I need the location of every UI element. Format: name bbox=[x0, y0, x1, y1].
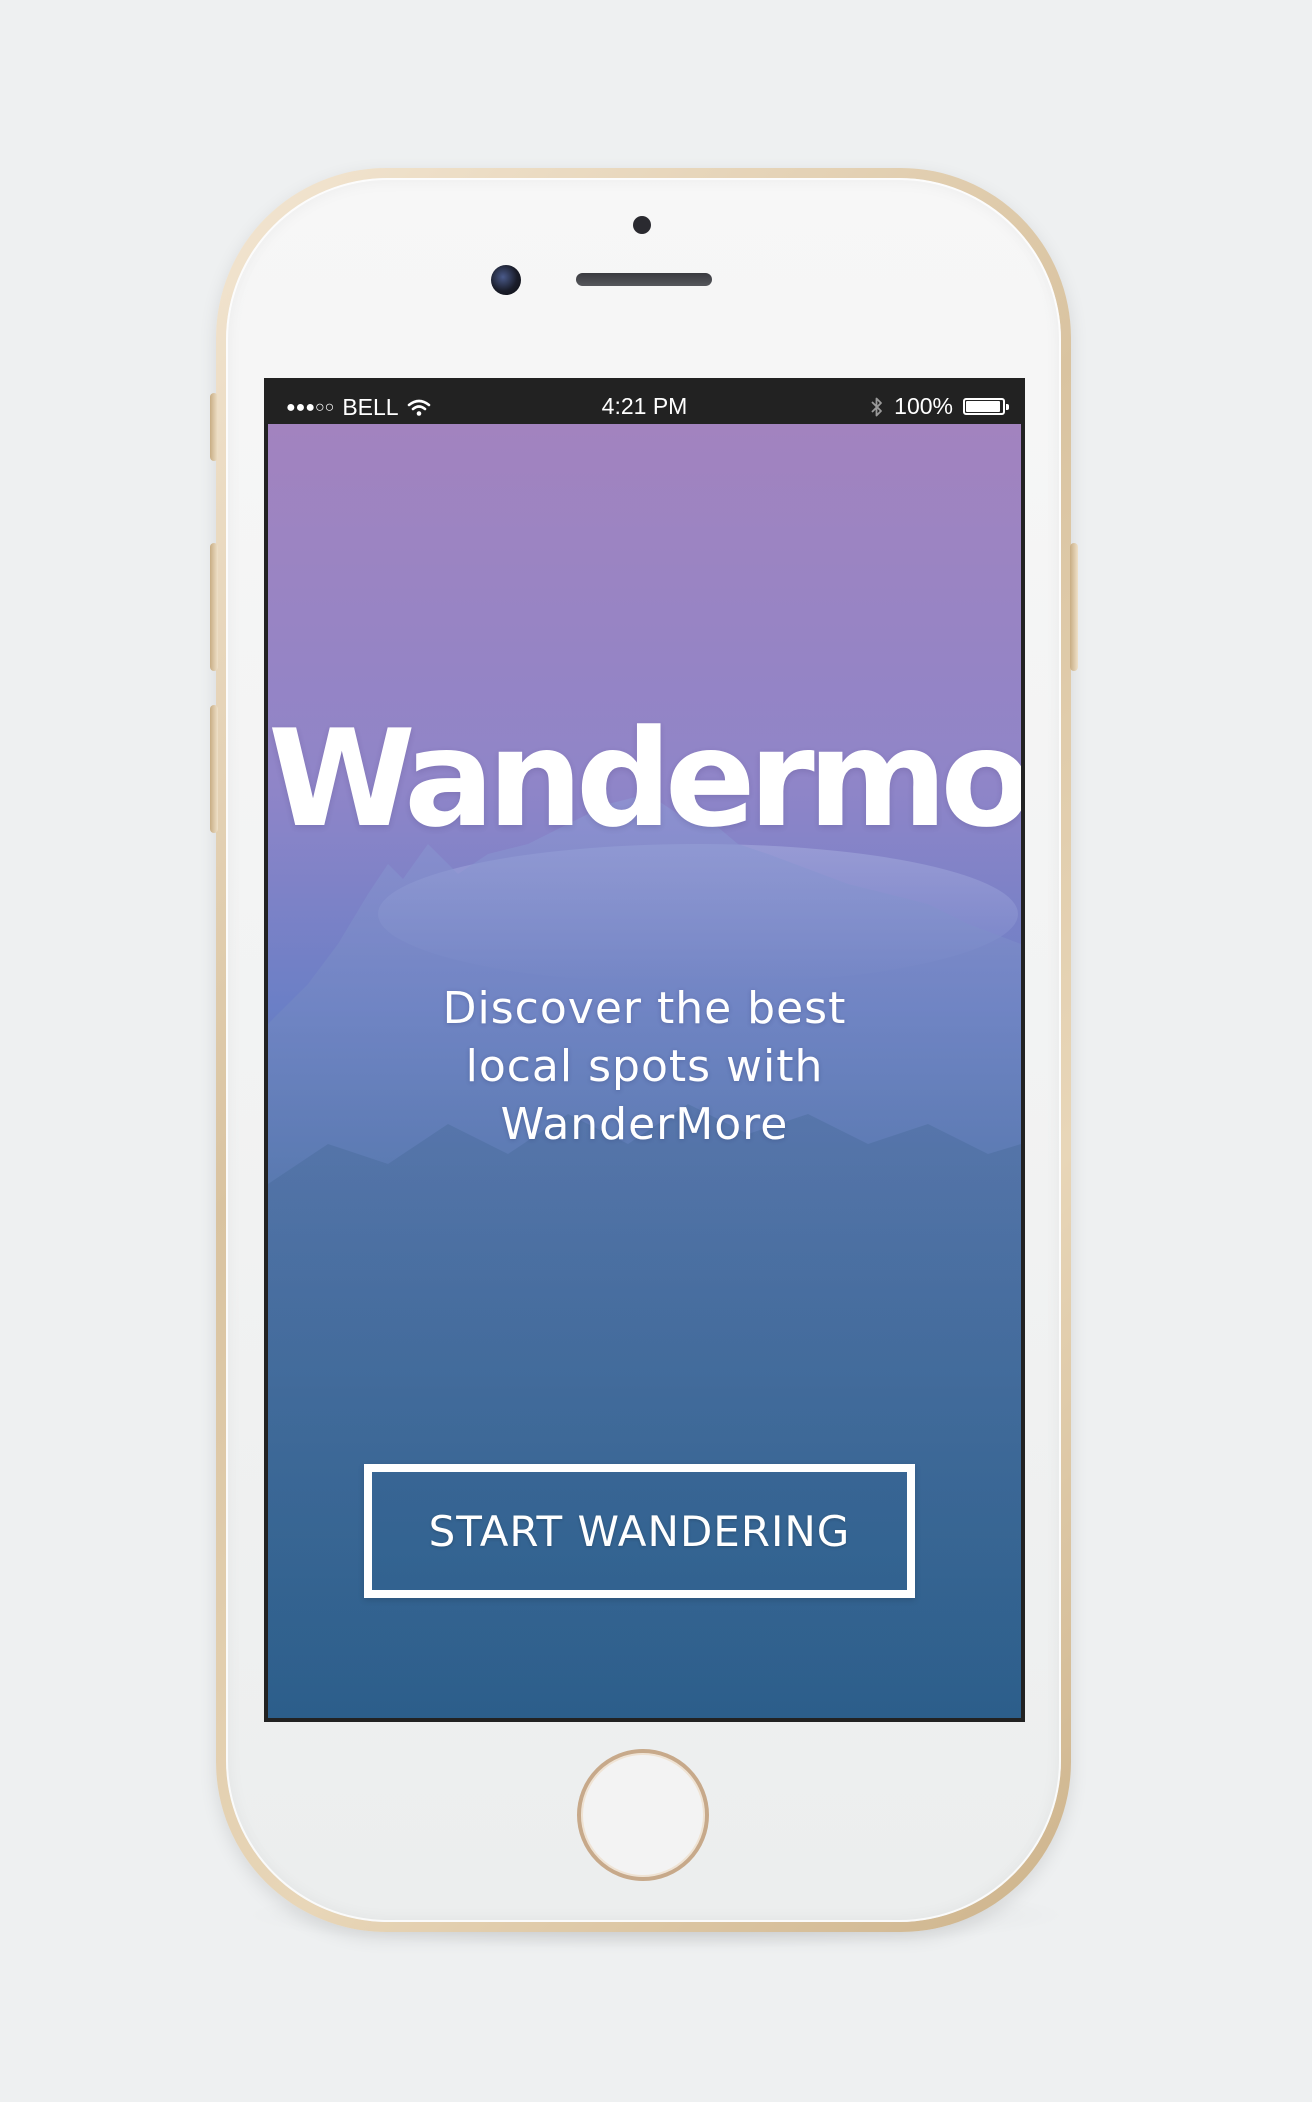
proximity-sensor bbox=[633, 216, 651, 234]
front-camera bbox=[491, 265, 521, 295]
start-wandering-button[interactable]: START WANDERING bbox=[364, 1464, 915, 1598]
power-button[interactable] bbox=[1070, 543, 1078, 671]
start-wandering-label: START WANDERING bbox=[428, 1506, 851, 1556]
battery-tip bbox=[1006, 404, 1009, 410]
tagline-line-3: WanderMore bbox=[500, 1099, 789, 1150]
volume-up-button[interactable] bbox=[210, 543, 218, 671]
tagline: Discover the best local spots with Wande… bbox=[368, 980, 921, 1154]
battery-fill bbox=[966, 401, 1000, 412]
bluetooth-icon bbox=[871, 397, 883, 416]
phone-screen: ●●●○○ BELL 4:21 PM 100% Wandermo Discove… bbox=[264, 378, 1025, 1722]
battery-percent: 100% bbox=[894, 393, 953, 419]
status-bar-right: 100% bbox=[870, 393, 1009, 420]
volume-down-button[interactable] bbox=[210, 705, 218, 833]
app-splash-view: Wandermore Discover the best local spots… bbox=[268, 424, 1021, 1718]
tagline-line-2: local spots with bbox=[465, 1041, 824, 1092]
battery-icon bbox=[963, 398, 1009, 415]
app-logo: Wandermore bbox=[268, 701, 1021, 857]
home-button[interactable] bbox=[577, 1749, 709, 1881]
tagline-line-1: Discover the best bbox=[442, 983, 847, 1034]
earpiece-speaker bbox=[576, 273, 712, 286]
mute-switch bbox=[210, 393, 218, 461]
status-bar: ●●●○○ BELL 4:21 PM 100% bbox=[264, 378, 1025, 424]
